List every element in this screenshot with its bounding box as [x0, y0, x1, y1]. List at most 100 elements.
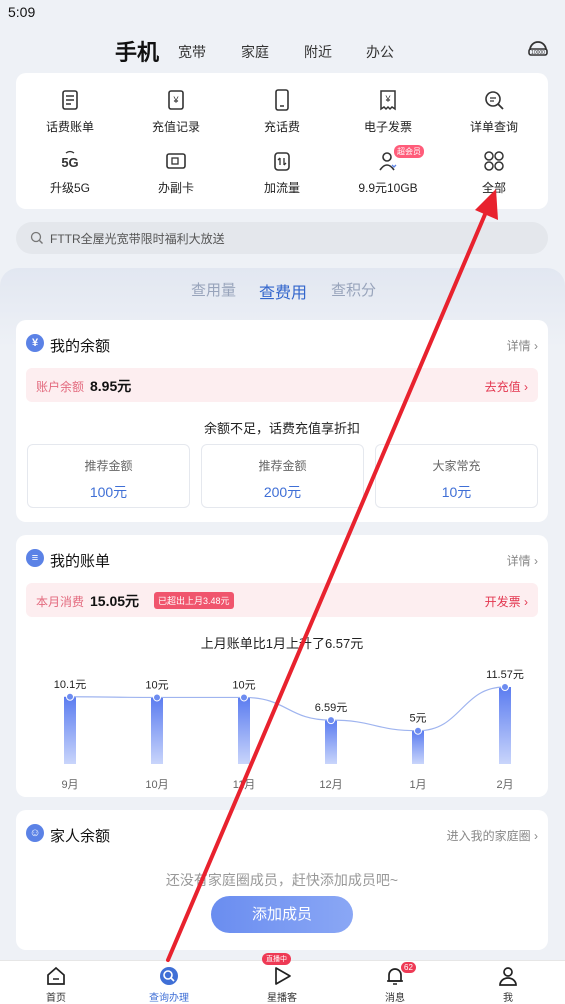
- quick-phone-topup[interactable]: 充话费: [232, 88, 332, 135]
- bar-1月[interactable]: [412, 730, 424, 764]
- point-9月: [66, 692, 74, 701]
- quick-label: 详单查询: [469, 120, 518, 134]
- home-icon: [47, 966, 65, 985]
- option-title: 推荐金额: [84, 459, 133, 473]
- quick-invoice[interactable]: ¥ 电子发票: [338, 88, 438, 135]
- quick-label: 加流量: [263, 181, 300, 195]
- quick-data-add[interactable]: 加流量: [232, 149, 332, 196]
- quick-sim-card[interactable]: 办副卡: [126, 149, 226, 196]
- tab-label: 我: [503, 993, 513, 1004]
- 5g-icon: 5G: [61, 150, 79, 170]
- tab-label: 首页: [46, 993, 66, 1004]
- bar-12月[interactable]: [325, 720, 337, 764]
- quick-all[interactable]: 全部: [444, 149, 544, 196]
- all-apps-icon: [484, 151, 504, 171]
- tab-mobile[interactable]: 手机: [115, 35, 159, 67]
- balance-card: ¥ 我的余额 详情 › 账户余额 8.95元 去充值 › 余额不足，话费充值享折…: [16, 320, 548, 522]
- status-bar: 5:09: [0, 0, 565, 26]
- recharge-option[interactable]: 推荐金额 100元: [27, 444, 190, 508]
- recharge-option[interactable]: 大家常充 10元: [375, 444, 538, 508]
- recharge-link[interactable]: 去充值 ›: [485, 378, 528, 395]
- x-tick-label: 11月: [233, 779, 255, 791]
- bar-10月[interactable]: [151, 697, 163, 764]
- family-empty-text: 还没有家庭圈成员，赶快添加成员吧~: [165, 872, 399, 888]
- data-label: 10元: [232, 679, 255, 691]
- tab-messages[interactable]: 62 消息: [355, 962, 435, 1004]
- account-balance-label: 账户余额: [36, 380, 85, 394]
- quick-label: 9.9元10GB: [358, 181, 418, 195]
- member-badge: 超会员: [394, 145, 424, 158]
- tab-label: 查询办理: [149, 993, 189, 1004]
- quick-label: 全部: [481, 181, 506, 195]
- month-spend-label: 本月消费: [36, 595, 85, 609]
- x-tick-label: 1月: [409, 779, 426, 791]
- quick-label: 办副卡: [157, 181, 194, 195]
- data-add-icon: [274, 152, 290, 171]
- segment-points[interactable]: 查积分: [331, 279, 376, 300]
- tab-podcast[interactable]: 直播中 星播客: [242, 953, 322, 1004]
- balance-detail-link[interactable]: 详情 ›: [507, 337, 538, 354]
- invoice-icon: ¥: [380, 90, 396, 111]
- bottom-tabbar: 首页 查询办理 直播中 星播客 62 消息 我: [0, 953, 565, 1004]
- customer-service-icon[interactable]: 10000: [527, 38, 549, 60]
- svg-text:¥: ¥: [384, 94, 391, 104]
- trend-line: [69, 686, 506, 732]
- option-amount: 10元: [441, 484, 472, 500]
- play-icon: [275, 967, 291, 985]
- option-title: 大家常充: [432, 459, 481, 473]
- recharge-option[interactable]: 推荐金额 200元: [201, 444, 364, 508]
- invoice-link[interactable]: 开发票 ›: [485, 593, 528, 610]
- bill-title: 我的账单: [50, 553, 111, 570]
- balance-title: 我的余额: [50, 338, 111, 355]
- sim-card-icon: [166, 153, 186, 169]
- quick-label: 话费账单: [45, 120, 94, 134]
- segment-fees[interactable]: 查费用: [259, 279, 307, 303]
- point-1月: [414, 726, 422, 735]
- quick-actions-card: 话费账单 ¥ 充值记录 充话费 ¥ 电子发票 详单查询 5G 升级5G 办副卡 …: [16, 73, 548, 209]
- quick-upgrade-5g[interactable]: 5G 升级5G: [20, 149, 120, 196]
- quick-bill[interactable]: 话费账单: [20, 88, 120, 135]
- bill-doc-icon: ≡: [26, 549, 44, 567]
- message-count-badge: 62: [401, 962, 416, 973]
- phone-topup-icon: [275, 89, 289, 111]
- recharge-record-icon: ¥: [168, 90, 184, 110]
- account-balance-value: 8.95元: [90, 378, 132, 394]
- add-member-button[interactable]: 添加成员: [211, 896, 353, 933]
- invoice-label: 开发票: [484, 595, 521, 609]
- bill-card: ≡ 我的账单 详情 › 本月消费 15.05元 已超出上月3.48元 开发票 ›…: [16, 535, 548, 797]
- point-11月: [240, 693, 248, 702]
- tab-nearby[interactable]: 附近: [304, 42, 332, 62]
- account-balance-row: 账户余额 8.95元 去充值 ›: [26, 368, 538, 402]
- top-nav: 手机 宽带 家庭 附近 办公 10000: [0, 30, 565, 70]
- option-title: 推荐金额: [258, 459, 307, 473]
- family-circle-link[interactable]: 进入我的家庭圈 ›: [447, 827, 538, 844]
- bill-detail-link[interactable]: 详情 ›: [507, 552, 538, 569]
- bar-9月[interactable]: [64, 696, 76, 764]
- tab-query[interactable]: 查询办理: [129, 965, 209, 1004]
- x-tick-label: 12月: [319, 779, 342, 791]
- tab-office[interactable]: 办公: [366, 42, 394, 62]
- quick-member-offer[interactable]: 超会员 9.9元10GB: [338, 145, 438, 196]
- bar-11月[interactable]: [238, 697, 250, 764]
- tab-family[interactable]: 家庭: [241, 42, 269, 62]
- bar-2月[interactable]: [499, 687, 511, 764]
- balance-detail-label: 详情: [506, 339, 531, 353]
- tab-me[interactable]: 我: [468, 965, 548, 1004]
- over-last-month-tag: 已超出上月3.48元: [154, 592, 234, 609]
- quick-recharge-record[interactable]: ¥ 充值记录: [126, 88, 226, 135]
- family-card: ☺ 家人余额 进入我的家庭圈 › 还没有家庭圈成员，赶快添加成员吧~ 添加成员: [16, 810, 548, 950]
- tab-home[interactable]: 首页: [16, 965, 96, 1004]
- live-tag: 直播中: [262, 953, 291, 965]
- data-label: 11.57元: [486, 669, 524, 681]
- search-input[interactable]: FTTR全屋光宽带限时福利大放送: [16, 222, 548, 254]
- bill-summary: 上月账单比1月上升了6.57元: [200, 636, 364, 651]
- tab-broadband[interactable]: 宽带: [178, 42, 206, 62]
- status-time: 5:09: [8, 4, 36, 20]
- segment-usage[interactable]: 查用量: [191, 279, 236, 300]
- search-placeholder: FTTR全屋光宽带限时福利大放送: [50, 232, 225, 246]
- query-icon: [160, 967, 178, 985]
- quick-detail-search[interactable]: 详单查询: [444, 88, 544, 135]
- svg-text:5G: 5G: [61, 155, 78, 170]
- family-link-label: 进入我的家庭圈: [446, 829, 531, 843]
- family-title: 家人余额: [50, 828, 111, 845]
